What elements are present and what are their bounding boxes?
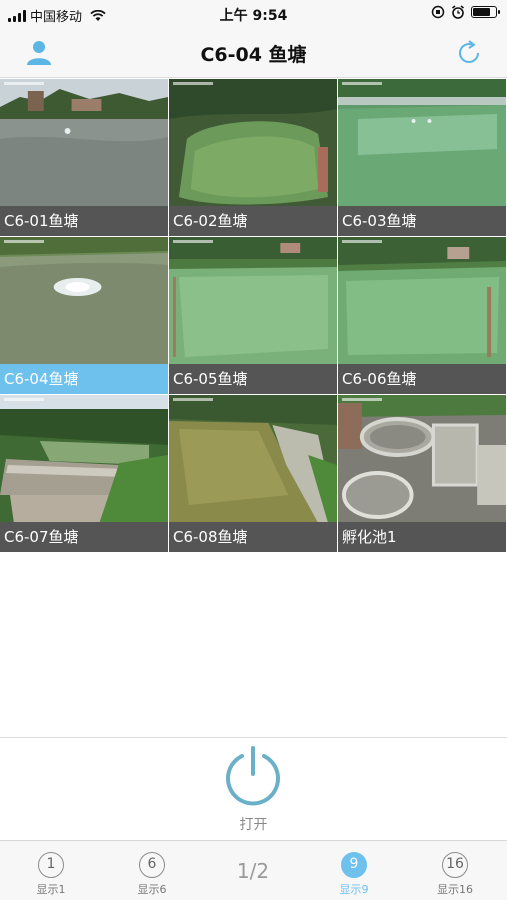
tab-label: 显示9 [339,883,369,896]
camera-feed-image [0,395,168,523]
camera-grid: C6-01鱼塘 C6-02鱼塘 C6-03鱼塘 C6-04鱼塘 C6-05鱼塘 … [0,79,507,553]
tab-bar: 1 显示1 6 显示6 1/2 9 显示9 16 显示16 [0,840,507,900]
camera-feed-image [0,79,168,207]
timestamp-overlay [342,82,382,85]
timestamp-overlay [173,398,213,401]
tab-label: 显示6 [137,883,167,896]
camera-tile-c6-03[interactable]: C6-03鱼塘 [338,79,507,237]
camera-tile-c6-08[interactable]: C6-08鱼塘 [169,395,338,553]
camera-tile-c6-06[interactable]: C6-06鱼塘 [338,237,507,395]
camera-feed-image [338,237,506,365]
camera-caption: C6-06鱼塘 [338,364,506,394]
camera-feed-image [169,237,337,365]
camera-feed-image [338,79,506,207]
tab-label: 显示1 [36,883,66,896]
timestamp-overlay [4,398,44,401]
timestamp-overlay [173,240,213,243]
camera-tile-c6-04[interactable]: C6-04鱼塘 [0,237,169,395]
tab-number-icon: 1 [38,852,64,878]
camera-caption: C6-07鱼塘 [0,522,168,552]
camera-caption: C6-04鱼塘 [0,364,168,394]
camera-feed-image [169,79,337,207]
tab-display-1[interactable]: 1 显示1 [21,852,81,897]
orientation-lock-icon [431,5,445,19]
tab-number-icon: 6 [139,852,165,878]
timestamp-overlay [342,398,382,401]
page-title: C6-04 鱼塘 [200,44,307,66]
refresh-icon[interactable] [453,37,485,69]
camera-caption: C6-05鱼塘 [169,364,337,394]
status-bar: 中国移动 上午 9:54 [0,0,507,28]
status-right [431,5,500,19]
camera-feed-image [169,395,337,523]
timestamp-overlay [173,82,213,85]
tab-display-9[interactable]: 9 显示9 [324,852,384,897]
tab-number-icon: 16 [442,852,468,878]
camera-caption: C6-02鱼塘 [169,206,337,236]
camera-tile-c6-01[interactable]: C6-01鱼塘 [0,79,169,237]
camera-tile-c6-07[interactable]: C6-07鱼塘 [0,395,169,553]
timestamp-overlay [4,240,44,243]
alarm-icon [452,5,464,19]
camera-tile-hatchery-1[interactable]: 孵化池1 [338,395,507,553]
camera-caption: C6-03鱼塘 [338,206,506,236]
camera-caption: C6-01鱼塘 [0,206,168,236]
timestamp-overlay [342,240,382,243]
tab-label: 显示16 [437,883,473,896]
timestamp-overlay [4,82,44,85]
divider [0,737,507,738]
camera-tile-c6-05[interactable]: C6-05鱼塘 [169,237,338,395]
camera-tile-c6-02[interactable]: C6-02鱼塘 [169,79,338,237]
camera-caption: 孵化池1 [338,522,506,552]
tab-display-16[interactable]: 16 显示16 [425,852,485,897]
battery-icon [471,6,500,18]
tab-number-icon: 9 [341,852,367,878]
nav-bar: C6-04 鱼塘 [0,28,507,78]
camera-caption: C6-08鱼塘 [169,522,337,552]
power-label: 打开 [239,817,268,833]
camera-feed-image [0,237,168,365]
tab-display-6[interactable]: 6 显示6 [122,852,182,897]
power-icon[interactable] [222,744,284,806]
camera-feed-image [338,395,506,523]
page-indicator: 1/2 [236,859,270,883]
